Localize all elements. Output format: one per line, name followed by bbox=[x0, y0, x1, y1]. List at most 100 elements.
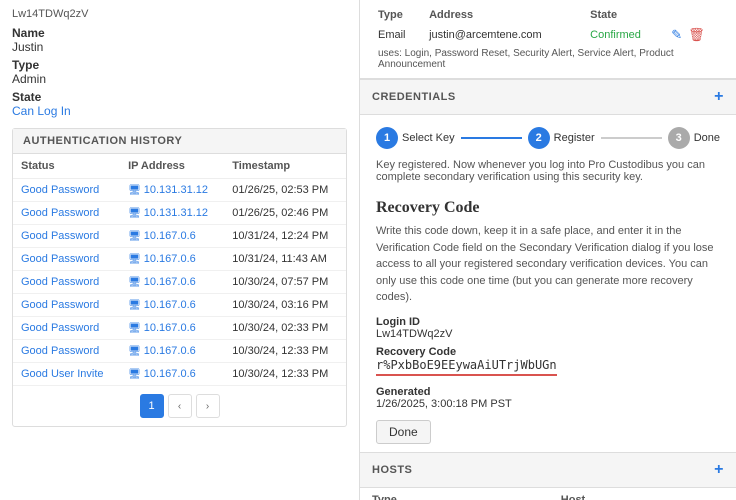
monitor-icon: 🖥 bbox=[128, 208, 141, 219]
step-line-2 bbox=[601, 137, 662, 139]
auth-timestamp: 10/30/24, 12:33 PM bbox=[224, 363, 346, 386]
stepper: 1 Select Key 2 Register 3 Done bbox=[360, 115, 736, 155]
type-label: Type bbox=[12, 58, 347, 72]
auth-timestamp: 10/30/24, 07:57 PM bbox=[224, 271, 346, 294]
step-1-circle: 1 bbox=[376, 127, 398, 149]
auth-history-title: AUTHENTICATION HISTORY bbox=[13, 129, 346, 154]
auth-ip[interactable]: 🖥10.167.0.6 bbox=[120, 271, 224, 294]
auth-ip[interactable]: 🖥10.131.31.12 bbox=[120, 179, 224, 202]
recovery-section: Recovery Code Write this code down, keep… bbox=[360, 191, 736, 452]
table-row: Good Password🖥10.167.0.610/31/24, 12:24 … bbox=[13, 225, 346, 248]
state-value[interactable]: Can Log In bbox=[12, 104, 347, 118]
hosts-col-type: Type bbox=[360, 488, 549, 500]
monitor-icon: 🖥 bbox=[128, 231, 141, 242]
recovery-code-label: Recovery Code bbox=[376, 346, 720, 358]
recovery-title: Recovery Code bbox=[376, 199, 720, 217]
monitor-icon: 🖥 bbox=[128, 346, 141, 357]
ip-link[interactable]: 10.167.0.6 bbox=[144, 253, 196, 265]
auth-ip[interactable]: 🖥10.167.0.6 bbox=[120, 317, 224, 340]
table-row: Good Password🖥10.167.0.610/30/24, 02:33 … bbox=[13, 317, 346, 340]
auth-status[interactable]: Good Password bbox=[13, 248, 120, 271]
contact-row-email: Email justin@arcemtene.com Confirmed ✎ 🗑 bbox=[372, 24, 724, 46]
auth-status[interactable]: Good Password bbox=[13, 317, 120, 340]
auth-timestamp: 10/30/24, 12:33 PM bbox=[224, 340, 346, 363]
ip-link[interactable]: 10.167.0.6 bbox=[144, 345, 196, 357]
step-3: 3 Done bbox=[668, 127, 720, 149]
ip-link[interactable]: 10.167.0.6 bbox=[144, 230, 196, 242]
table-row: Good Password🖥10.131.31.1201/26/25, 02:5… bbox=[13, 179, 346, 202]
hosts-title: HOSTS bbox=[372, 464, 412, 476]
contact-state: Confirmed bbox=[584, 24, 665, 46]
recovery-code-value: r%PxbBoE9EEywaAiUTrjWbUGn bbox=[376, 358, 557, 376]
auth-ip[interactable]: 🖥10.167.0.6 bbox=[120, 225, 224, 248]
ip-link[interactable]: 10.131.31.12 bbox=[144, 207, 208, 219]
auth-timestamp: 10/30/24, 03:16 PM bbox=[224, 294, 346, 317]
key-registered-text: Key registered. Now whenever you log int… bbox=[360, 155, 736, 191]
ip-link[interactable]: 10.167.0.6 bbox=[144, 276, 196, 288]
step-3-label: Done bbox=[694, 132, 720, 144]
auth-ip[interactable]: 🖥10.167.0.6 bbox=[120, 248, 224, 271]
step-1: 1 Select Key bbox=[376, 127, 455, 149]
auth-status[interactable]: Good Password bbox=[13, 202, 120, 225]
ip-link[interactable]: 10.167.0.6 bbox=[144, 368, 196, 380]
auth-status[interactable]: Good Password bbox=[13, 225, 120, 248]
contact-address: justin@arcemtene.com bbox=[423, 24, 584, 46]
auth-ip[interactable]: 🖥10.167.0.6 bbox=[120, 294, 224, 317]
page-1-button[interactable]: 1 bbox=[140, 394, 164, 418]
contact-table: Type Address State Email justin@arcemten… bbox=[372, 6, 724, 46]
name-value: Justin bbox=[12, 40, 347, 54]
done-button[interactable]: Done bbox=[376, 420, 431, 444]
monitor-icon: 🖥 bbox=[128, 185, 141, 196]
confirmed-badge: Confirmed bbox=[590, 29, 641, 41]
ip-link[interactable]: 10.167.0.6 bbox=[144, 322, 196, 334]
generated-value: 1/26/2025, 3:00:18 PM PST bbox=[376, 398, 720, 410]
next-page-button[interactable]: › bbox=[196, 394, 220, 418]
right-panel: Type Address State Email justin@arcemten… bbox=[360, 0, 736, 500]
auth-timestamp: 10/30/24, 02:33 PM bbox=[224, 317, 346, 340]
credentials-add-icon[interactable]: + bbox=[714, 88, 724, 106]
edit-icon[interactable]: ✎ bbox=[671, 27, 682, 43]
hosts-header: HOSTS + bbox=[360, 452, 736, 488]
contact-type: Email bbox=[372, 24, 423, 46]
auth-status[interactable]: Good User Invite bbox=[13, 363, 120, 386]
auth-ip[interactable]: 🖥10.167.0.6 bbox=[120, 340, 224, 363]
table-row: Good Password🖥10.167.0.610/31/24, 11:43 … bbox=[13, 248, 346, 271]
auth-status[interactable]: Good Password bbox=[13, 179, 120, 202]
contact-col-state: State bbox=[584, 6, 665, 24]
hosts-table: Type Host No Hosts bbox=[360, 488, 736, 500]
col-status: Status bbox=[13, 154, 120, 179]
auth-status[interactable]: Good Password bbox=[13, 340, 120, 363]
hosts-add-icon[interactable]: + bbox=[714, 461, 724, 479]
auth-ip[interactable]: 🖥10.131.31.12 bbox=[120, 202, 224, 225]
auth-history-section: AUTHENTICATION HISTORY Status IP Address… bbox=[12, 128, 347, 427]
contact-actions: ✎ 🗑 bbox=[665, 24, 724, 46]
prev-page-button[interactable]: ‹ bbox=[168, 394, 192, 418]
ip-link[interactable]: 10.131.31.12 bbox=[144, 184, 208, 196]
left-panel: Lw14TDWq2zV Name Justin Type Admin State… bbox=[0, 0, 360, 500]
auth-timestamp: 10/31/24, 11:43 AM bbox=[224, 248, 346, 271]
table-row: Good Password🖥10.167.0.610/30/24, 07:57 … bbox=[13, 271, 346, 294]
col-ip: IP Address bbox=[120, 154, 224, 179]
delete-icon[interactable]: 🗑 bbox=[688, 27, 705, 43]
monitor-icon: 🖥 bbox=[128, 254, 141, 265]
auth-status[interactable]: Good Password bbox=[13, 271, 120, 294]
auth-timestamp: 01/26/25, 02:46 PM bbox=[224, 202, 346, 225]
state-label: State bbox=[12, 90, 347, 104]
step-1-label: Select Key bbox=[402, 132, 455, 144]
table-row: Good Password🖥10.131.31.1201/26/25, 02:4… bbox=[13, 202, 346, 225]
monitor-icon: 🖥 bbox=[128, 323, 141, 334]
monitor-icon: 🖥 bbox=[128, 300, 141, 311]
user-id: Lw14TDWq2zV bbox=[12, 8, 347, 20]
ip-link[interactable]: 10.167.0.6 bbox=[144, 299, 196, 311]
credentials-header: CREDENTIALS + bbox=[360, 79, 736, 115]
auth-ip[interactable]: 🖥10.167.0.6 bbox=[120, 363, 224, 386]
contact-col-type: Type bbox=[372, 6, 423, 24]
step-2: 2 Register bbox=[528, 127, 595, 149]
auth-table: Status IP Address Timestamp Good Passwor… bbox=[13, 154, 346, 386]
hosts-col-host: Host bbox=[549, 488, 736, 500]
credentials-section: CREDENTIALS + 1 Select Key 2 Register 3 … bbox=[360, 79, 736, 191]
table-row: Good User Invite🖥10.167.0.610/30/24, 12:… bbox=[13, 363, 346, 386]
pagination: 1 ‹ › bbox=[13, 386, 346, 426]
auth-status[interactable]: Good Password bbox=[13, 294, 120, 317]
contact-row: Type Address State Email justin@arcemten… bbox=[360, 0, 736, 79]
